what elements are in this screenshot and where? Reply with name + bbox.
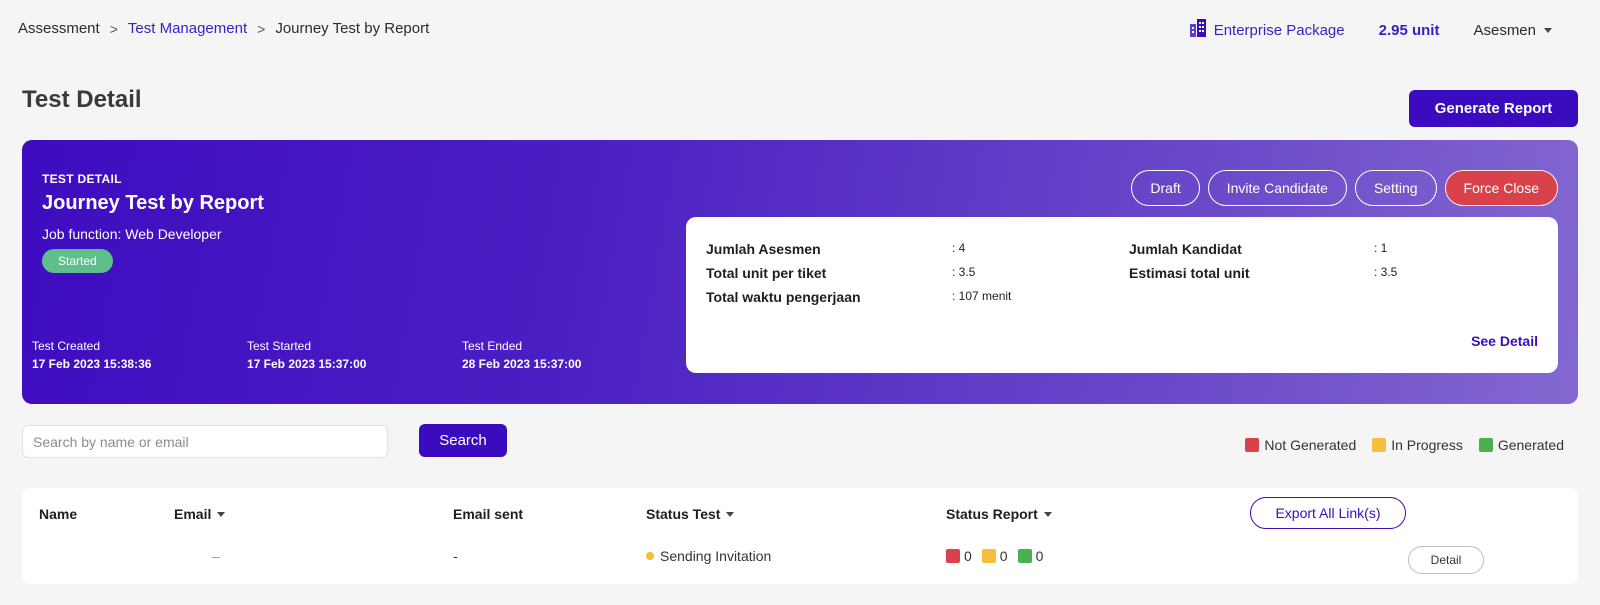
breadcrumb-current: Journey Test by Report [275, 20, 430, 37]
user-menu[interactable]: Asesmen [1473, 22, 1552, 39]
top-bar: Assessment > Test Management > Journey T… [0, 0, 1600, 60]
legend-swatch [1478, 438, 1493, 452]
column-header-label: Name [39, 506, 78, 522]
status-test-label: Sending Invitation [660, 548, 772, 564]
legend-label: Generated [1497, 437, 1564, 453]
legend-not-generated: Not Generated [1245, 437, 1356, 453]
column-header-status-test[interactable]: Status Test [646, 506, 735, 522]
date-label: Test Ended [462, 339, 523, 353]
cell-status-report: 0 0 0 [946, 548, 1043, 564]
estimasi-unit-value: : 3.5 [1374, 265, 1398, 279]
swatch-not-generated [946, 549, 960, 563]
report-status-legend: Not Generated In Progress Generated [1245, 437, 1564, 453]
candidates-table: Name Email Email sent Status Test Status… [22, 488, 1578, 584]
date-value: 17 Feb 2023 15:37:00 [247, 357, 367, 371]
column-header-label: Email [174, 506, 212, 522]
status-dot-icon [646, 552, 654, 560]
column-header-label: Status Report [946, 506, 1038, 522]
enterprise-package-link[interactable]: Enterprise Package [1188, 18, 1345, 42]
status-badge: Started [42, 249, 113, 273]
test-detail-card: TEST DETAIL Journey Test by Report Job f… [22, 140, 1578, 404]
chevron-down-icon [1544, 27, 1552, 33]
jumlah-asesmen-label: Jumlah Asesmen [706, 241, 821, 257]
swatch-in-progress [981, 549, 996, 563]
see-detail-link[interactable]: See Detail [1471, 333, 1538, 349]
unit-per-tiket-label: Total unit per tiket [706, 265, 827, 281]
sort-caret-icon [1043, 511, 1052, 517]
legend-in-progress: In Progress [1372, 437, 1463, 453]
export-all-links-button[interactable]: Export All Link(s) [1250, 497, 1406, 529]
cell-status-test: Sending Invitation [646, 548, 771, 564]
breadcrumb-separator: > [257, 20, 266, 37]
column-header-label: Status Test [646, 506, 721, 522]
header-right: Enterprise Package 2.95 unit Asesmen [1188, 18, 1552, 42]
waktu-pengerjaan-value: : 107 menit [952, 289, 1012, 303]
unit-balance: 2.95 unit [1378, 21, 1440, 39]
unit-per-tiket-value: : 3.5 [952, 265, 976, 279]
column-header-email[interactable]: Email [174, 506, 226, 522]
date-label: Test Started [247, 339, 312, 353]
generate-report-button[interactable]: Generate Report [1409, 90, 1578, 127]
invite-candidate-button[interactable]: Invite Candidate [1207, 170, 1347, 206]
building-icon [1188, 18, 1208, 42]
breadcrumb-separator: > [109, 20, 118, 37]
sort-caret-icon [217, 511, 226, 517]
test-started: Test Started 17 Feb 2023 15:37:00 [247, 339, 462, 371]
test-ended: Test Ended 28 Feb 2023 15:37:00 [462, 339, 677, 371]
test-name: Journey Test by Report [42, 192, 264, 214]
jumlah-kandidat-value: : 1 [1374, 241, 1388, 255]
test-summary-panel: Jumlah Asesmen : 4 Total unit per tiket … [686, 217, 1558, 373]
test-dates: Test Created 17 Feb 2023 15:38:36 Test S… [32, 339, 677, 371]
legend-label: Not Generated [1264, 437, 1357, 453]
setting-button[interactable]: Setting [1354, 170, 1437, 206]
legend-label: In Progress [1391, 437, 1463, 453]
breadcrumb: Assessment > Test Management > Journey T… [18, 20, 429, 37]
date-value: 17 Feb 2023 15:38:36 [32, 357, 152, 371]
column-header-name: Name [39, 506, 77, 522]
breadcrumb-assessment[interactable]: Assessment [18, 20, 100, 37]
legend-swatch [1372, 438, 1387, 452]
sort-caret-icon [726, 511, 735, 517]
user-name: Asesmen [1473, 21, 1536, 39]
legend-generated: Generated [1478, 437, 1564, 453]
row-detail-button[interactable]: Detail [1408, 546, 1484, 574]
count-value: 0 [999, 548, 1008, 564]
jumlah-kandidat-label: Jumlah Kandidat [1129, 241, 1242, 257]
test-created: Test Created 17 Feb 2023 15:38:36 [32, 339, 247, 371]
count-generated: 0 [1017, 548, 1044, 564]
cell-email: _ [212, 542, 220, 558]
estimasi-unit-label: Estimasi total unit [1129, 265, 1250, 281]
column-header-email-sent: Email sent [453, 506, 523, 522]
column-header-status-report[interactable]: Status Report [946, 506, 1052, 522]
cell-email-sent: - [453, 548, 458, 564]
page-title: Test Detail [22, 86, 142, 113]
count-not-generated: 0 [946, 548, 972, 564]
waktu-pengerjaan-label: Total waktu pengerjaan [706, 289, 861, 305]
date-label: Test Created [32, 339, 101, 353]
legend-swatch [1245, 438, 1260, 452]
search-button[interactable]: Search [419, 424, 507, 457]
column-header-label: Email sent [453, 506, 524, 522]
force-close-button[interactable]: Force Close [1444, 170, 1558, 206]
card-eyebrow: TEST DETAIL [42, 172, 122, 186]
count-value: 0 [1035, 548, 1044, 564]
enterprise-package-label: Enterprise Package [1213, 21, 1345, 39]
draft-button[interactable]: Draft [1131, 170, 1200, 206]
count-in-progress: 0 [981, 548, 1008, 564]
date-value: 28 Feb 2023 15:37:00 [462, 357, 582, 371]
job-function: Job function: Web Developer [42, 226, 222, 242]
swatch-generated [1017, 549, 1032, 563]
jumlah-asesmen-value: : 4 [952, 241, 966, 255]
count-value: 0 [964, 548, 972, 564]
search-input[interactable] [22, 425, 388, 458]
breadcrumb-test-management[interactable]: Test Management [128, 20, 247, 37]
test-actions: Draft Invite Candidate Setting Force Clo… [1131, 170, 1558, 206]
